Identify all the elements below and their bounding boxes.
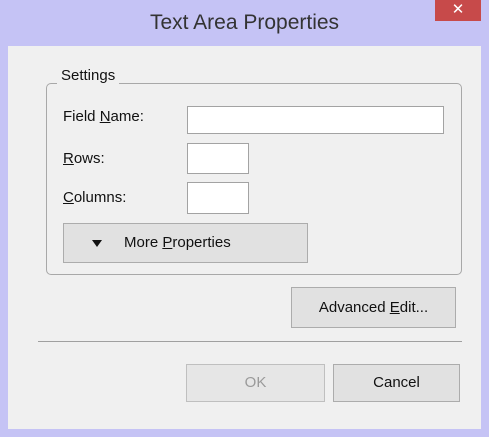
rows-label: Rows: — [63, 150, 105, 167]
dialog-title: Text Area Properties — [149, 11, 340, 34]
dialog-window: Text Area Properties ✕ Settings Field Na… — [0, 0, 489, 437]
more-properties-button[interactable]: More Properties — [63, 223, 308, 263]
columns-label: Columns: — [63, 189, 127, 206]
close-button[interactable]: ✕ — [435, 0, 481, 21]
close-icon: ✕ — [451, 1, 465, 18]
settings-group-legend: Settings — [57, 67, 120, 84]
field-name-label: Field Name: — [63, 108, 144, 125]
columns-input[interactable] — [187, 182, 249, 214]
cancel-button[interactable]: Cancel — [333, 364, 460, 402]
ok-button[interactable]: OK — [186, 364, 325, 402]
title-bar[interactable]: Text Area Properties ✕ — [0, 0, 489, 46]
triangle-down-icon — [92, 240, 102, 247]
separator — [38, 341, 462, 342]
advanced-edit-button[interactable]: Advanced Edit... — [291, 287, 456, 328]
rows-input[interactable] — [187, 143, 249, 174]
field-name-input[interactable] — [187, 106, 444, 134]
